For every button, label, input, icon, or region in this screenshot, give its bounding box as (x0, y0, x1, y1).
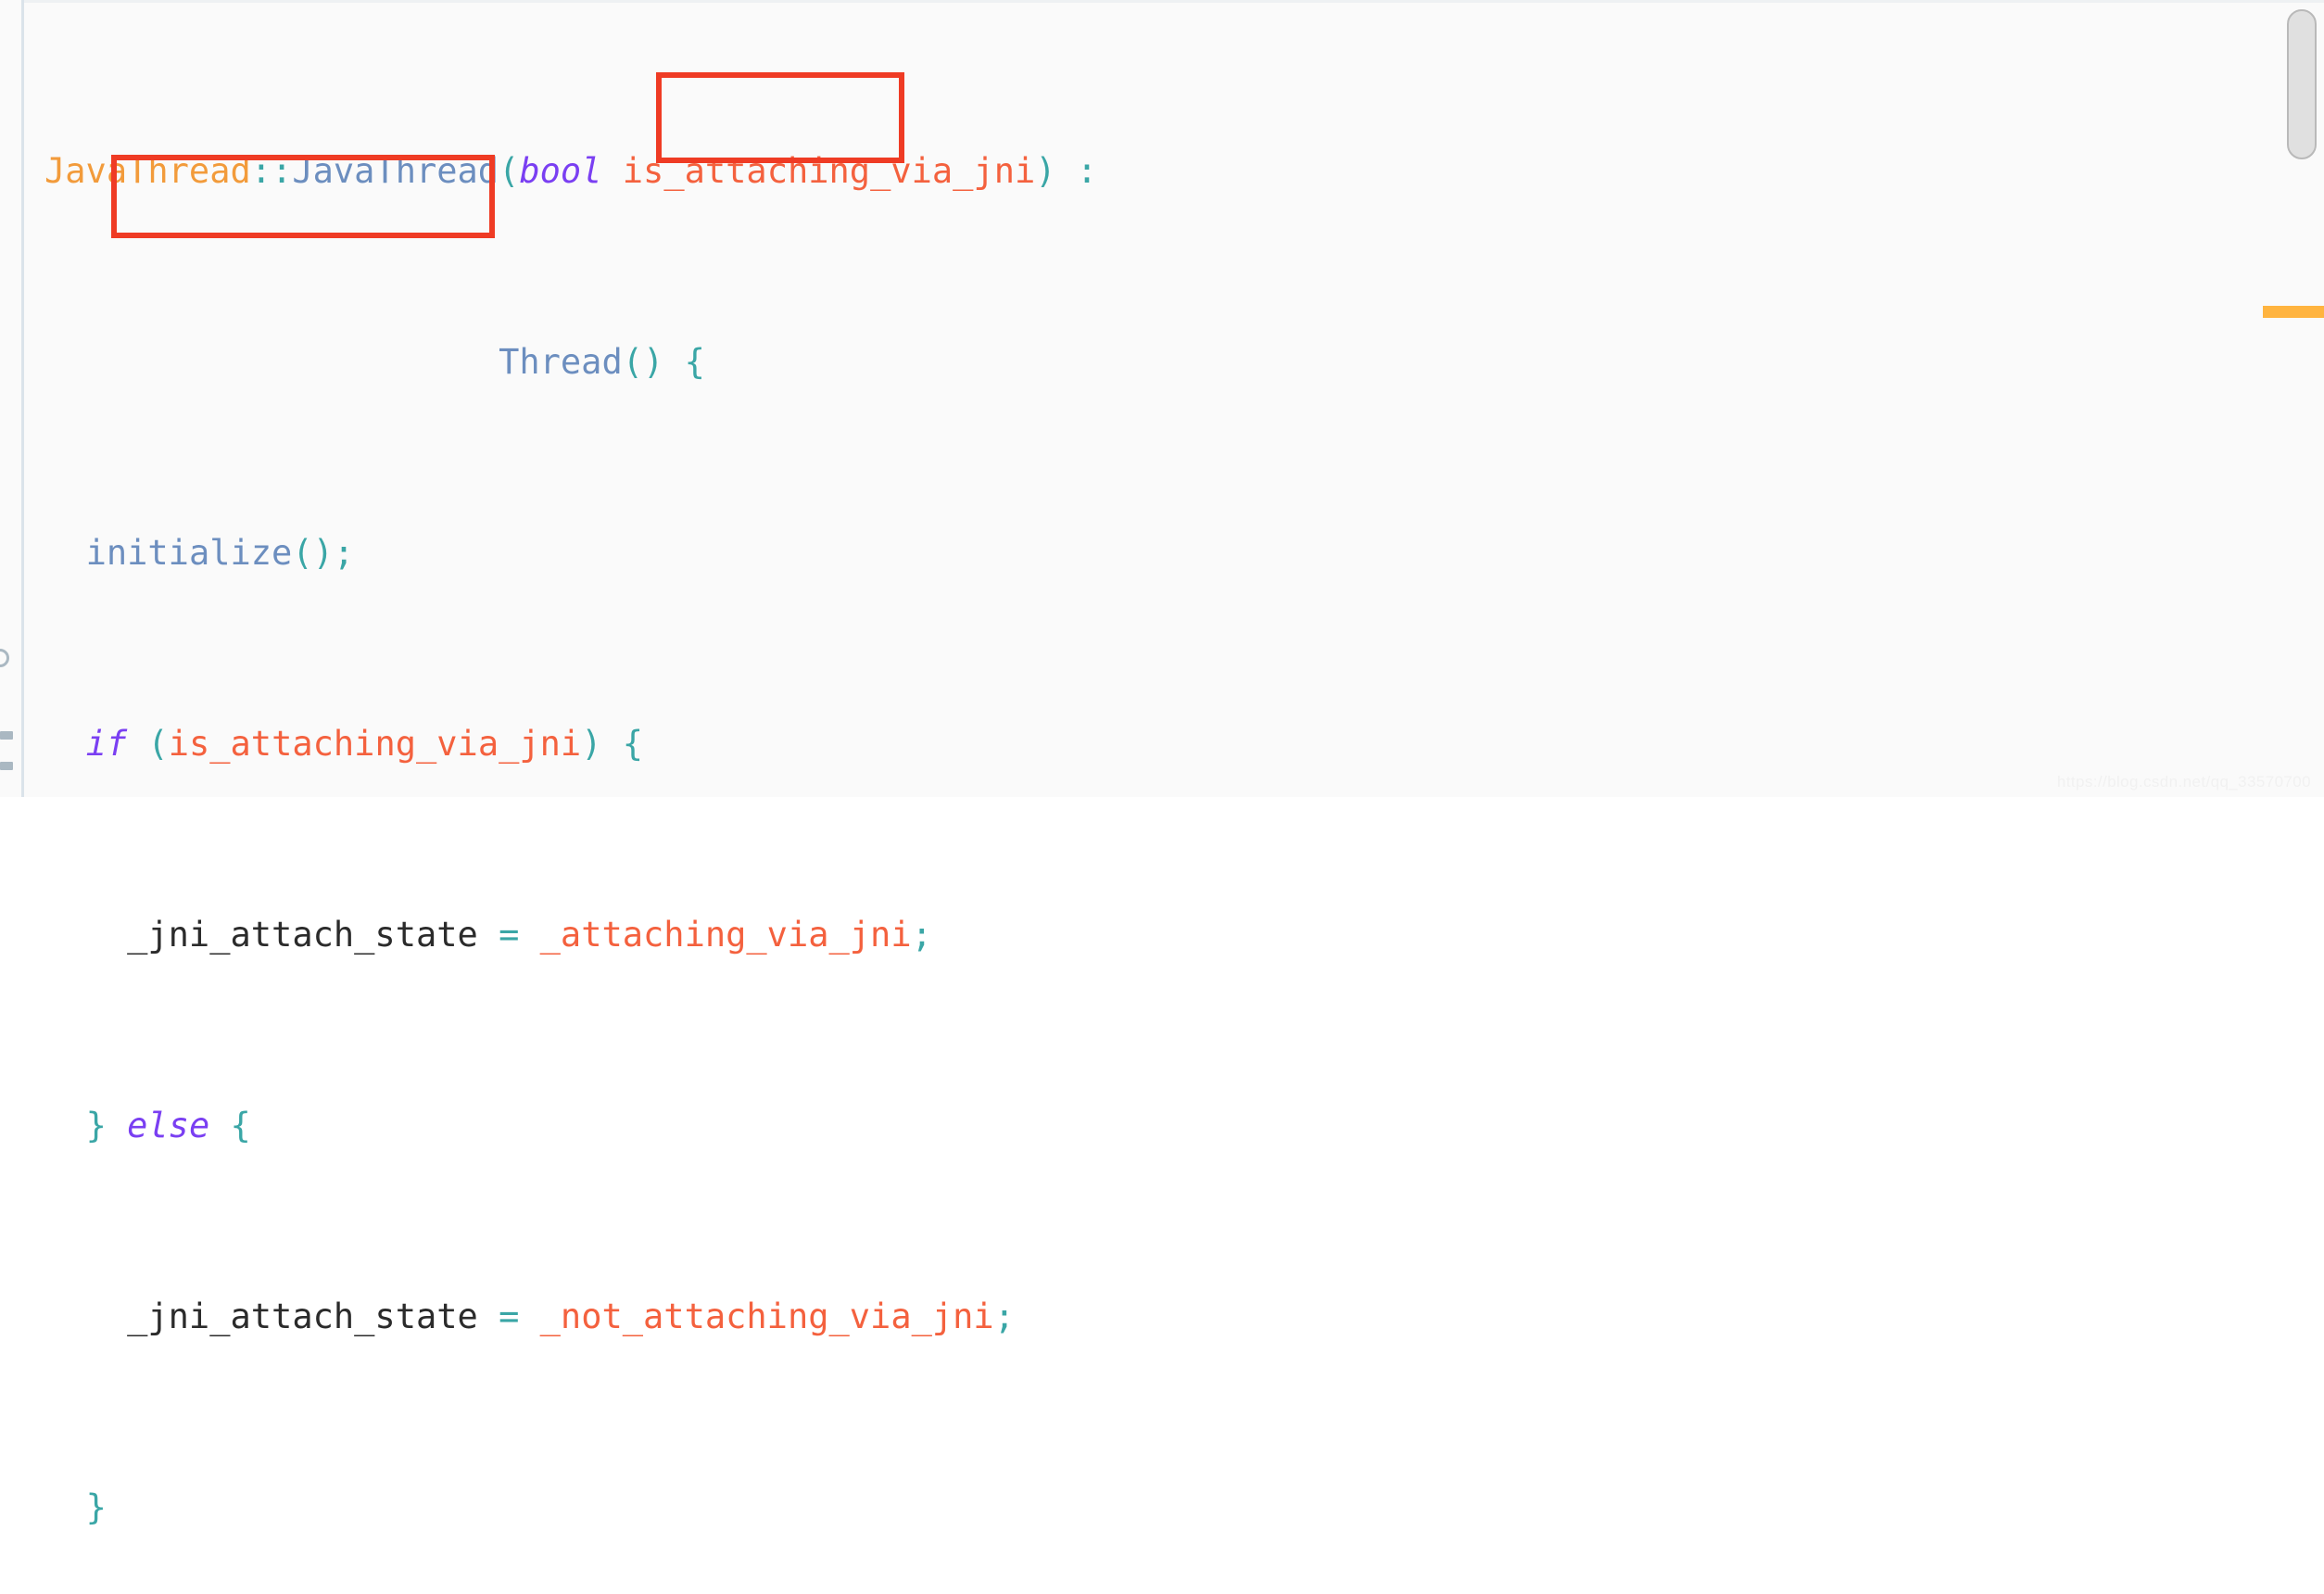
vertical-scroll-thumb[interactable] (2287, 9, 2317, 159)
token-open-paren: ( (127, 723, 169, 764)
token-call-tail: (); (292, 532, 355, 573)
token-rhs-enum: _not_attaching_via_jni (539, 1296, 994, 1336)
code-fold-toggle-icon[interactable] (0, 649, 9, 667)
token-rhs-enum: _attaching_via_jni (539, 914, 912, 955)
token-semicolon: ; (911, 914, 932, 955)
token-param-name: is_attaching_via_jni (622, 150, 1036, 191)
token-open-paren: ( (499, 150, 520, 191)
token-lhs-field: _jni_attach_state (127, 914, 478, 955)
token-assign-op: = (477, 914, 540, 955)
token-keyword-if: if (85, 723, 128, 764)
vertical-scrollbar[interactable] (2287, 0, 2324, 797)
code-editor-viewport[interactable]: JavaThread::JavaThread(bool is_attaching… (0, 0, 2324, 1527)
code-line-5[interactable]: _jni_attach_state = _attaching_via_jni; (24, 911, 2324, 959)
token-assign-op: = (477, 1296, 540, 1336)
code-line-2[interactable]: Thread() { (24, 338, 2324, 386)
gutter-change-marker-icon[interactable] (0, 762, 13, 770)
token-lhs-field: _jni_attach_state (127, 1296, 478, 1336)
token-class-name: JavaThread (44, 150, 251, 191)
token-call-initialize: initialize (85, 532, 293, 573)
token-close-paren: ) (1035, 150, 1056, 191)
code-line-8[interactable]: } (24, 1484, 2324, 1532)
token-constructor-name: JavaThread (292, 150, 499, 191)
token-semicolon: ; (993, 1296, 1015, 1336)
token-init-list-colon: : (1055, 150, 1098, 191)
code-line-6[interactable]: } else { (24, 1102, 2324, 1150)
code-line-1[interactable]: JavaThread::JavaThread(bool is_attaching… (24, 147, 2324, 196)
code-line-3[interactable]: initialize(); (24, 529, 2324, 577)
token-base-constructor: Thread (499, 341, 623, 382)
scrollbar-change-marker (2263, 306, 2324, 318)
code-line-7[interactable]: _jni_attach_state = _not_attaching_via_j… (24, 1293, 2324, 1341)
watermark-text: https://blog.csdn.net/qq_33570700 (2056, 773, 2311, 791)
token-param-type: bool (519, 150, 602, 191)
token-scope-operator: :: (250, 150, 293, 191)
token-open-brace: { (663, 341, 705, 382)
gutter-change-marker-icon[interactable] (0, 731, 13, 740)
token-close-brace: } (85, 1486, 107, 1527)
token-close-brace: } (85, 1105, 128, 1145)
token-close-paren-brace: ) { (581, 723, 644, 764)
editor-gutter[interactable] (0, 0, 24, 797)
token-condition: is_attaching_via_jni (168, 723, 582, 764)
code-content[interactable]: JavaThread::JavaThread(bool is_attaching… (24, 0, 2324, 1527)
code-line-4[interactable]: if (is_attaching_via_jni) { (24, 720, 2324, 768)
token-keyword-else: else (127, 1105, 210, 1145)
token-parens: () (622, 341, 664, 382)
token-open-brace: { (209, 1105, 251, 1145)
